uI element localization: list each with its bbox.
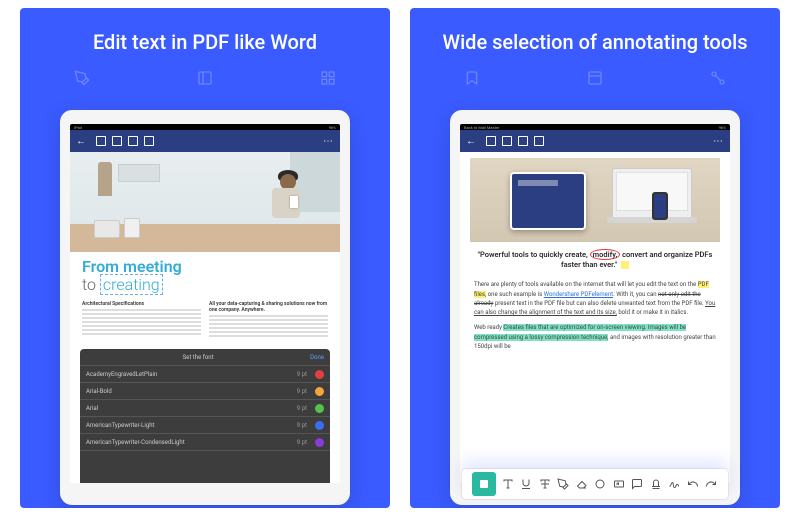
font-size: 9 pt bbox=[287, 388, 307, 395]
editable-text-selection[interactable]: creating bbox=[100, 274, 163, 295]
font-row[interactable]: AmericanTypewriter-CondensedLight 9 pt bbox=[80, 434, 330, 451]
shape-circle-tool[interactable] bbox=[593, 477, 607, 483]
font-row[interactable]: AcademyEngravedLetPlain 9 pt bbox=[80, 366, 330, 383]
font-row[interactable]: Arial 9 pt bbox=[80, 400, 330, 417]
status-right: 96% bbox=[719, 125, 726, 130]
quote-text: "Powerful tools to quickly create, modif… bbox=[474, 250, 716, 270]
promo-panel-edit-text: Edit text in PDF like Word iPad 96% ← ⋯ bbox=[20, 8, 390, 508]
text-tool[interactable] bbox=[501, 477, 515, 483]
headline-line2: to creating bbox=[82, 276, 328, 294]
textbox-tool[interactable] bbox=[612, 477, 626, 483]
strikethrough-tool[interactable] bbox=[538, 477, 552, 483]
font-size: 9 pt bbox=[287, 422, 307, 429]
tool-view-icon[interactable] bbox=[486, 136, 496, 146]
status-right: 96% bbox=[329, 125, 336, 130]
annotation-toolbar bbox=[462, 469, 728, 483]
color-swatch[interactable] bbox=[315, 370, 324, 379]
circle-annotation: modify, bbox=[590, 249, 621, 260]
tool-view-icon[interactable] bbox=[96, 136, 106, 146]
hyperlink[interactable]: Wondershare PDFelement bbox=[544, 291, 613, 298]
font-name: Arial-Bold bbox=[86, 388, 287, 395]
layout-icon bbox=[587, 70, 603, 86]
tool-search-icon[interactable] bbox=[144, 136, 154, 146]
tool-thumb-icon[interactable] bbox=[112, 136, 122, 146]
bg-icons bbox=[20, 70, 390, 86]
app-toolbar: ← ⋯ bbox=[70, 130, 340, 152]
status-left: Back to Mail Master bbox=[464, 125, 499, 130]
stamp-tool[interactable] bbox=[649, 477, 663, 483]
ipad-device: Back to Mail Master 96% ← ⋯ bbox=[450, 110, 740, 505]
font-name: AmericanTypewriter-Light bbox=[86, 422, 287, 429]
font-size: 9 pt bbox=[287, 439, 307, 446]
app-screen: iPad 96% ← ⋯ bbox=[70, 124, 340, 483]
note-tool[interactable] bbox=[630, 477, 644, 483]
tool-bookmark-icon[interactable] bbox=[128, 136, 138, 146]
bg-icons bbox=[410, 70, 780, 86]
connect-icon bbox=[710, 70, 726, 86]
font-panel-title: Set the font bbox=[183, 354, 214, 361]
bookmark-icon bbox=[464, 70, 480, 86]
text: present text in the PDF file but can als… bbox=[493, 300, 705, 307]
color-swatch[interactable] bbox=[315, 387, 324, 396]
app-toolbar: ← ⋯ bbox=[460, 130, 730, 152]
font-name: AmericanTypewriter-CondensedLight bbox=[86, 439, 287, 446]
undo-button[interactable] bbox=[686, 477, 700, 483]
font-picker-panel: Set the font Done AcademyEngravedLetPlai… bbox=[80, 349, 330, 483]
promo-panel-annotate: Wide selection of annotating tools Back … bbox=[410, 8, 780, 508]
quote-prefix: "Powerful tools to quickly create, bbox=[478, 250, 590, 259]
eraser-tool[interactable] bbox=[575, 477, 589, 483]
headline-block: From meeting to creating bbox=[70, 252, 340, 297]
body-col-2: All your data-capturing & sharing soluti… bbox=[209, 301, 328, 339]
pen-tool[interactable] bbox=[556, 477, 570, 483]
font-row[interactable]: Arial-Bold 9 pt bbox=[80, 383, 330, 400]
tool-thumb-icon[interactable] bbox=[502, 136, 512, 146]
text: . With it, you can bbox=[613, 291, 658, 298]
font-size: 9 pt bbox=[287, 405, 307, 412]
body-paragraph-2: Web ready Creates files that are optimiz… bbox=[474, 323, 716, 351]
tool-search-icon[interactable] bbox=[534, 136, 544, 146]
signature-tool[interactable] bbox=[667, 477, 681, 483]
color-swatch[interactable] bbox=[315, 404, 324, 413]
done-button[interactable]: Done bbox=[310, 354, 324, 361]
text: There are plenty of tools available on t… bbox=[474, 281, 698, 288]
top-tool-group bbox=[96, 136, 154, 146]
col2-heading: All your data-capturing & sharing soluti… bbox=[209, 301, 328, 313]
layout-icon bbox=[197, 70, 213, 86]
headline-prefix: to bbox=[82, 275, 100, 294]
more-button[interactable]: ⋯ bbox=[713, 136, 724, 147]
color-swatch[interactable] bbox=[315, 438, 324, 447]
app-screen: Back to Mail Master 96% ← ⋯ bbox=[460, 124, 730, 483]
font-row[interactable]: AmericanTypewriter-Light 9 pt bbox=[80, 417, 330, 434]
font-size: 9 pt bbox=[287, 371, 307, 378]
body-columns: Architectural Specifications All your da… bbox=[70, 297, 340, 343]
pen-icon bbox=[74, 70, 90, 86]
grid-icon bbox=[320, 70, 336, 86]
color-swatch[interactable] bbox=[315, 421, 324, 430]
top-tool-group bbox=[486, 136, 544, 146]
body-paragraph-1: There are plenty of tools available on t… bbox=[474, 280, 716, 317]
panel-title: Edit text in PDF like Word bbox=[93, 30, 317, 54]
panel-title: Wide selection of annotating tools bbox=[442, 30, 747, 54]
font-name: Arial bbox=[86, 405, 287, 412]
highlight-marker bbox=[621, 261, 629, 269]
doc-hero-image bbox=[470, 158, 720, 242]
text: Web ready bbox=[474, 324, 503, 331]
status-left: iPad bbox=[74, 125, 82, 130]
text: bold it or make it in italics. bbox=[617, 309, 688, 316]
ipad-device: iPad 96% ← ⋯ bbox=[60, 110, 350, 505]
doc-hero-image bbox=[70, 152, 340, 252]
body-col-1: Architectural Specifications bbox=[82, 301, 201, 339]
text: one such example is bbox=[486, 291, 543, 298]
more-button[interactable]: ⋯ bbox=[323, 136, 334, 147]
underline-tool[interactable] bbox=[519, 477, 533, 483]
back-button[interactable]: ← bbox=[466, 136, 476, 147]
redo-button[interactable] bbox=[704, 477, 718, 483]
headline-line1: From meeting bbox=[82, 258, 328, 276]
back-button[interactable]: ← bbox=[76, 136, 86, 147]
tool-bookmark-icon[interactable] bbox=[518, 136, 528, 146]
font-name: AcademyEngravedLetPlain bbox=[86, 371, 287, 378]
col1-heading: Architectural Specifications bbox=[82, 301, 201, 307]
highlight-tool[interactable] bbox=[472, 472, 496, 483]
